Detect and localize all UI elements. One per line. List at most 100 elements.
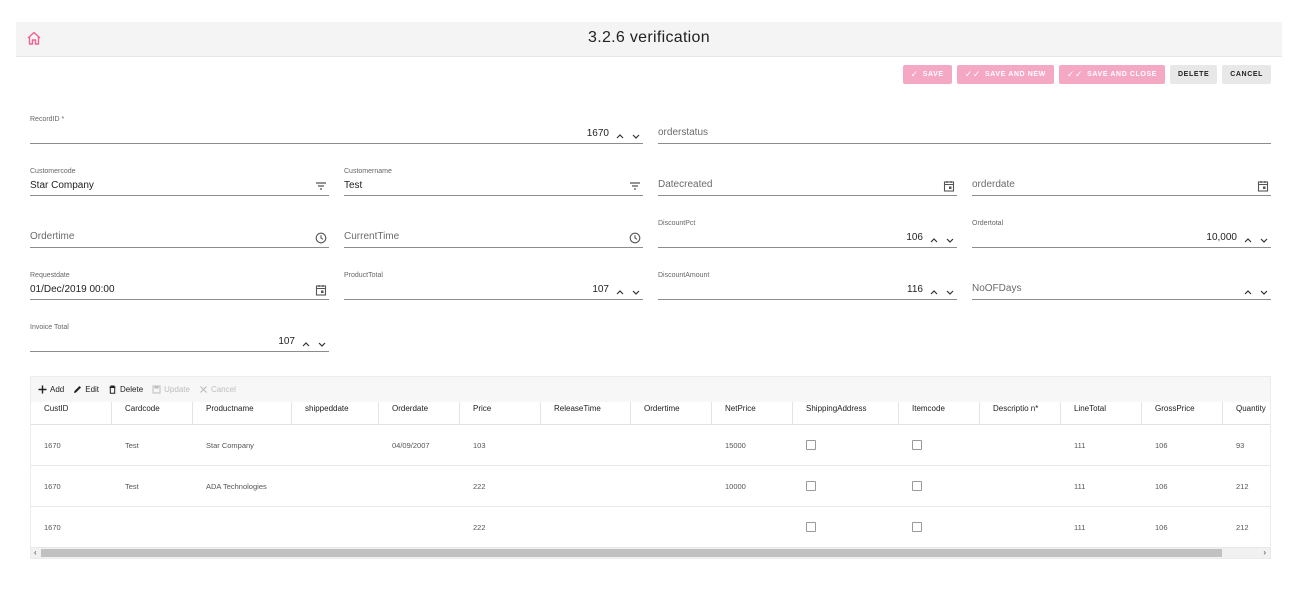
currenttime-field[interactable]: CurrentTime [344,220,643,248]
chevron-down-icon[interactable] [317,339,327,349]
chevron-up-icon[interactable] [929,235,939,245]
filter-icon[interactable] [629,180,641,192]
column-header[interactable]: Quantity [1223,402,1270,424]
grid-add-button[interactable]: Add [38,385,64,394]
column-header[interactable]: ReleaseTime [541,402,631,424]
noofdays-field[interactable]: NoOFDays [972,272,1271,300]
checkbox[interactable] [912,440,922,450]
chevron-down-icon[interactable] [631,131,641,141]
table-cell: 10000 [725,481,746,491]
filter-icon[interactable] [315,180,327,192]
checkbox[interactable] [912,522,922,532]
chevron-up-icon[interactable] [301,339,311,349]
horizontal-scrollbar[interactable]: ‹ › [31,548,1270,558]
table-row[interactable]: 1670 222 111 106 212 [31,507,1270,548]
column-header[interactable]: Cardcode [112,402,193,424]
chevron-down-icon[interactable] [945,287,955,297]
scrollbar-thumb[interactable] [41,549,1222,557]
record-id-label: RecordID * [30,116,65,123]
customername-field[interactable]: Customername Test [344,168,643,196]
orderstatus-field[interactable]: orderstatus [658,116,1271,144]
chevron-up-icon[interactable] [1243,235,1253,245]
column-header[interactable]: Ordertime [631,402,712,424]
table-cell: 106 [1155,481,1168,491]
ordertotal-spinner[interactable] [1243,235,1269,245]
calendar-icon[interactable] [943,180,955,192]
column-header[interactable]: Orderdate [379,402,460,424]
chevron-up-icon[interactable] [615,287,625,297]
clock-icon[interactable] [629,232,641,244]
column-header[interactable]: NetPrice [712,402,793,424]
table-cell [292,507,379,547]
column-header[interactable]: shippeddate [292,402,379,424]
column-header[interactable]: Price [460,402,541,424]
table-cell [541,466,631,506]
table-row[interactable]: 1670 Test Star Company 04/09/2007 103 15000 11… [31,425,1270,466]
requestdate-field[interactable]: Requestdate 01/Dec/2019 00:00 [30,272,329,300]
grid-edit-button[interactable]: Edit [73,385,99,394]
grid-delete-button[interactable]: Delete [108,385,143,394]
save-and-new-button[interactable]: ✓✓ SAVE AND NEW [956,65,1054,84]
column-header[interactable]: LineTotal [1061,402,1142,424]
chevron-down-icon[interactable] [1259,287,1269,297]
header-bar: 3.2.6 verification [16,22,1282,57]
column-header[interactable]: Itemcode [899,402,980,424]
table-cell [712,507,793,547]
ordertotal-value: 10,000 [1206,232,1237,243]
chevron-down-icon[interactable] [1259,235,1269,245]
orderdate-field[interactable]: orderdate [972,168,1271,196]
close-icon [200,386,207,393]
checkbox-cell [899,425,980,465]
check-all-icon: ✓✓ [964,69,981,79]
check-icon: ✓ [910,69,919,79]
column-header[interactable]: GrossPrice [1142,402,1223,424]
discountpct-spinner[interactable] [929,235,955,245]
table-cell: 111 [1074,481,1086,491]
customercode-field[interactable]: Customercode Star Company [30,168,329,196]
chevron-left-icon[interactable]: ‹ [34,548,37,558]
column-header[interactable]: Descriptio n* [980,402,1061,424]
chevron-down-icon[interactable] [631,287,641,297]
producttotal-spinner[interactable] [615,287,641,297]
discountamount-field[interactable]: DiscountAmount 116 [658,272,957,300]
column-header[interactable]: ShippingAddress [793,402,899,424]
invoice-total-spinner[interactable] [301,339,327,349]
clock-icon[interactable] [315,232,327,244]
noofdays-spinner[interactable] [1243,287,1269,297]
calendar-icon[interactable] [315,284,327,296]
ordertotal-label: Ordertotal [972,220,1004,227]
producttotal-field[interactable]: ProductTotal 107 [344,272,643,300]
calendar-icon[interactable] [1257,180,1269,192]
grid-cancel-button[interactable]: Cancel [199,385,236,394]
table-cell: 1670 [44,481,61,491]
invoice-total-field[interactable]: Invoice Total 107 [30,324,329,352]
ordertotal-field[interactable]: Ordertotal 10,000 [972,220,1271,248]
table-cell [980,466,1061,506]
checkbox[interactable] [806,440,816,450]
column-header[interactable]: Productname [193,402,292,424]
checkbox[interactable] [806,481,816,491]
chevron-right-icon[interactable]: › [1263,548,1266,558]
checkbox[interactable] [806,522,816,532]
discountpct-field[interactable]: DiscountPct 106 [658,220,957,248]
table-cell [193,507,292,547]
save-and-close-button[interactable]: ✓✓ SAVE AND CLOSE [1058,65,1166,84]
customercode-value: Star Company [30,180,94,191]
table-row[interactable]: 1670 Test ADA Technologies 222 10000 111 106 21… [31,466,1270,507]
chevron-up-icon[interactable] [929,287,939,297]
record-id-field[interactable]: RecordID * 1670 [30,116,643,144]
checkbox[interactable] [912,481,922,491]
ordertime-field[interactable]: Ordertime [30,220,329,248]
chevron-up-icon[interactable] [1243,287,1253,297]
chevron-down-icon[interactable] [945,235,955,245]
datecreated-field[interactable]: Datecreated [658,168,957,196]
save-button[interactable]: ✓ SAVE [902,65,952,84]
record-id-spinner[interactable] [615,131,641,141]
discountamount-spinner[interactable] [929,287,955,297]
chevron-up-icon[interactable] [615,131,625,141]
grid-update-button[interactable]: Update [152,385,190,394]
column-header[interactable]: CustID [31,402,112,424]
requestdate-value: 01/Dec/2019 00:00 [30,284,115,295]
cancel-button[interactable]: CANCEL [1222,65,1271,84]
delete-button[interactable]: DELETE [1170,65,1218,84]
